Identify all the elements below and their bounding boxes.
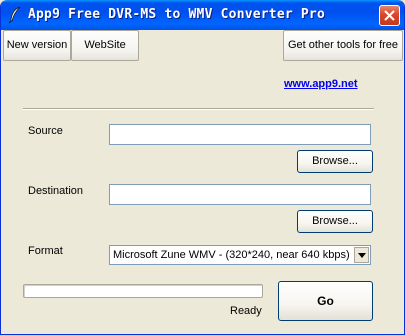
destination-input[interactable]: [109, 184, 371, 205]
feather-icon: [8, 6, 21, 24]
main-window: App9 Free DVR-MS to WMV Converter Pro Ne…: [0, 0, 405, 335]
window-title: App9 Free DVR-MS to WMV Converter Pro: [28, 7, 325, 22]
close-icon: [384, 10, 395, 21]
format-dropdown-button[interactable]: [354, 247, 369, 263]
format-selected-value: Microsoft Zune WMV - (320*240, near 640 …: [113, 249, 350, 261]
source-label: Source: [28, 125, 63, 137]
go-button[interactable]: Go: [278, 281, 373, 321]
source-browse-button[interactable]: Browse...: [297, 150, 373, 173]
website-link[interactable]: www.app9.net: [284, 78, 358, 90]
source-input[interactable]: [109, 124, 371, 145]
format-select[interactable]: Microsoft Zune WMV - (320*240, near 640 …: [109, 245, 371, 265]
destination-label: Destination: [28, 185, 84, 197]
status-text: Ready: [230, 305, 262, 317]
website-button[interactable]: WebSite: [71, 30, 139, 61]
new-version-button[interactable]: New version: [3, 30, 71, 61]
title-bar[interactable]: App9 Free DVR-MS to WMV Converter Pro: [1, 0, 404, 30]
close-button[interactable]: [379, 5, 400, 26]
separator: [23, 108, 374, 110]
get-other-tools-button[interactable]: Get other tools for free: [283, 30, 403, 61]
format-label: Format: [28, 245, 63, 257]
chevron-down-icon: [358, 253, 366, 258]
destination-browse-button[interactable]: Browse...: [297, 210, 373, 233]
progress-bar: [23, 284, 263, 298]
